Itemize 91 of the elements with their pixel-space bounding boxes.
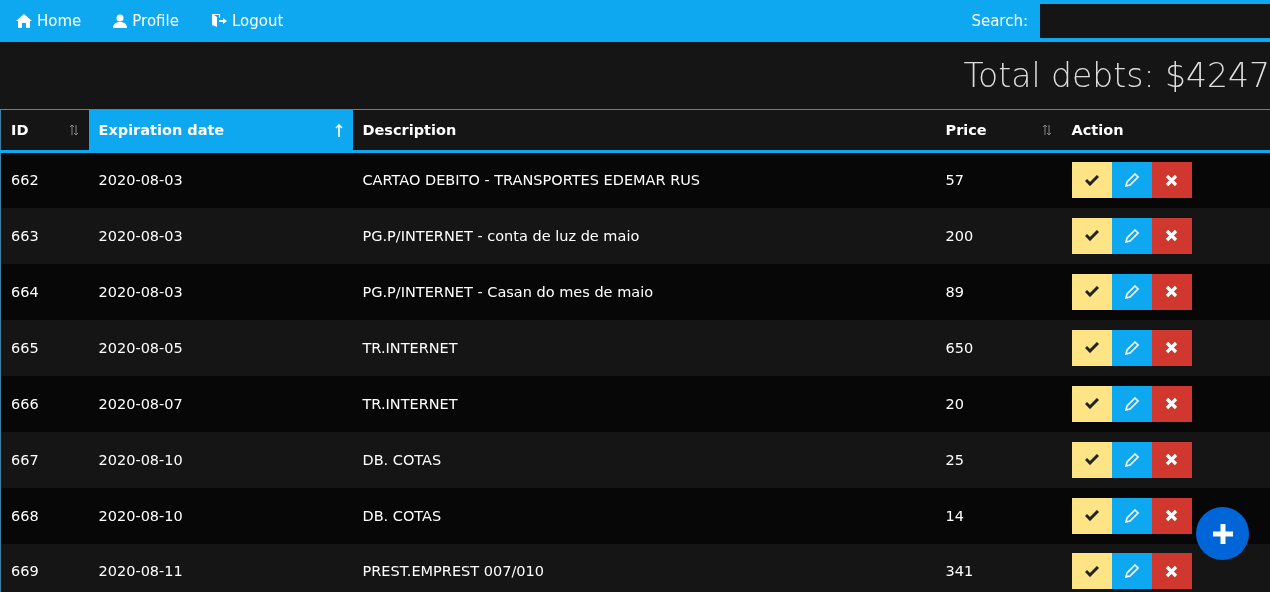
table-cell: 664 xyxy=(0,263,89,320)
edit-button[interactable] xyxy=(1111,217,1152,254)
table-cell: 665 xyxy=(0,319,89,376)
close-icon xyxy=(1165,173,1178,187)
pay-button[interactable] xyxy=(1071,441,1112,478)
table-cell: 89 xyxy=(935,263,1062,320)
search-field[interactable] xyxy=(1040,4,1270,38)
pay-button[interactable] xyxy=(1071,497,1112,534)
table-cell: 2020-08-10 xyxy=(88,487,353,544)
edit-button[interactable] xyxy=(1111,162,1152,199)
table-cell: 650 xyxy=(935,319,1062,376)
table-cell: 2020-08-03 xyxy=(88,207,353,264)
pencil-icon xyxy=(1124,508,1139,523)
total-debts: Total debts: $4247 xyxy=(963,56,1270,95)
pencil-icon xyxy=(1124,228,1139,243)
table-cell: 2020-08-03 xyxy=(88,151,353,208)
pencil-icon xyxy=(1124,396,1139,411)
table-cell: 2020-08-07 xyxy=(88,375,353,432)
pencil-icon xyxy=(1124,284,1139,299)
table-cell: PREST.EMPREST 007/010 xyxy=(352,543,936,592)
table-cell: TR.INTERNET xyxy=(352,319,936,376)
table-cell: PG.P/INTERNET - conta de luz de maio xyxy=(352,207,936,264)
table-cell: 200 xyxy=(935,207,1062,264)
close-icon xyxy=(1165,229,1178,242)
table-cell: 14 xyxy=(935,487,1062,544)
edit-button[interactable] xyxy=(1111,441,1152,478)
table-cell: CARTAO DEBITO - TRANSPORTES EDEMAR RUS xyxy=(352,151,936,208)
column-header[interactable]: ID xyxy=(0,109,89,152)
edit-button[interactable] xyxy=(1111,553,1152,590)
pay-button[interactable] xyxy=(1071,162,1112,199)
close-icon xyxy=(1165,509,1178,522)
delete-button[interactable] xyxy=(1151,329,1192,366)
close-icon xyxy=(1165,341,1178,354)
table-cell: TR.INTERNET xyxy=(352,375,936,432)
check-icon xyxy=(1084,565,1099,577)
table-cell: 341 xyxy=(935,543,1062,592)
table-cell: PG.P/INTERNET - Casan do mes de maio xyxy=(352,263,936,320)
close-icon xyxy=(1165,285,1178,298)
column-header[interactable]: Price xyxy=(935,109,1062,152)
table-cell: 662 xyxy=(0,151,89,208)
table-cell: 2020-08-11 xyxy=(88,543,353,592)
pencil-icon xyxy=(1124,340,1139,355)
table-cell: 666 xyxy=(0,375,89,432)
pay-button[interactable] xyxy=(1071,553,1112,590)
home-icon xyxy=(16,14,32,28)
check-icon xyxy=(1084,174,1099,186)
edit-button[interactable] xyxy=(1111,329,1152,366)
table-cell: 667 xyxy=(0,431,89,488)
check-icon xyxy=(1084,230,1099,241)
user-icon xyxy=(113,14,128,28)
edit-button[interactable] xyxy=(1111,273,1152,310)
edit-button[interactable] xyxy=(1111,497,1152,534)
close-icon xyxy=(1165,397,1178,410)
delete-button[interactable] xyxy=(1151,273,1192,310)
table-cell: 2020-08-05 xyxy=(88,319,353,376)
table-cell: 57 xyxy=(935,151,1062,208)
pay-button[interactable] xyxy=(1071,329,1112,366)
pay-button[interactable] xyxy=(1071,217,1112,254)
delete-button[interactable] xyxy=(1151,553,1192,590)
delete-button[interactable] xyxy=(1151,441,1192,478)
logout-icon xyxy=(210,13,227,29)
table-cell: 2020-08-03 xyxy=(88,263,353,320)
table-cell: 669 xyxy=(0,543,89,592)
table-cell: DB. COTAS xyxy=(352,487,936,544)
table-cell: 663 xyxy=(0,207,89,264)
delete-button[interactable] xyxy=(1151,162,1192,199)
delete-button[interactable] xyxy=(1151,385,1192,422)
pencil-icon xyxy=(1124,173,1139,188)
column-header[interactable]: Description xyxy=(352,109,936,152)
pencil-icon xyxy=(1124,564,1139,579)
plus-icon xyxy=(1211,522,1234,545)
pay-button[interactable] xyxy=(1071,273,1112,310)
search-label: Search: xyxy=(971,12,1028,30)
pencil-icon xyxy=(1124,452,1139,467)
check-icon xyxy=(1084,510,1099,521)
table-cell: 25 xyxy=(935,431,1062,488)
delete-button[interactable] xyxy=(1151,217,1192,254)
pay-button[interactable] xyxy=(1071,385,1112,422)
check-icon xyxy=(1084,454,1099,465)
delete-button[interactable] xyxy=(1151,497,1192,534)
close-icon xyxy=(1165,453,1178,466)
table-cell: DB. COTAS xyxy=(352,431,936,488)
close-icon xyxy=(1165,564,1178,578)
check-icon xyxy=(1084,342,1099,353)
column-header[interactable]: Action xyxy=(1061,109,1270,152)
check-icon xyxy=(1084,398,1099,409)
table-cell: 2020-08-10 xyxy=(88,431,353,488)
edit-button[interactable] xyxy=(1111,385,1152,422)
table-cell: 20 xyxy=(935,375,1062,432)
check-icon xyxy=(1084,286,1099,297)
table-cell: 668 xyxy=(0,487,89,544)
